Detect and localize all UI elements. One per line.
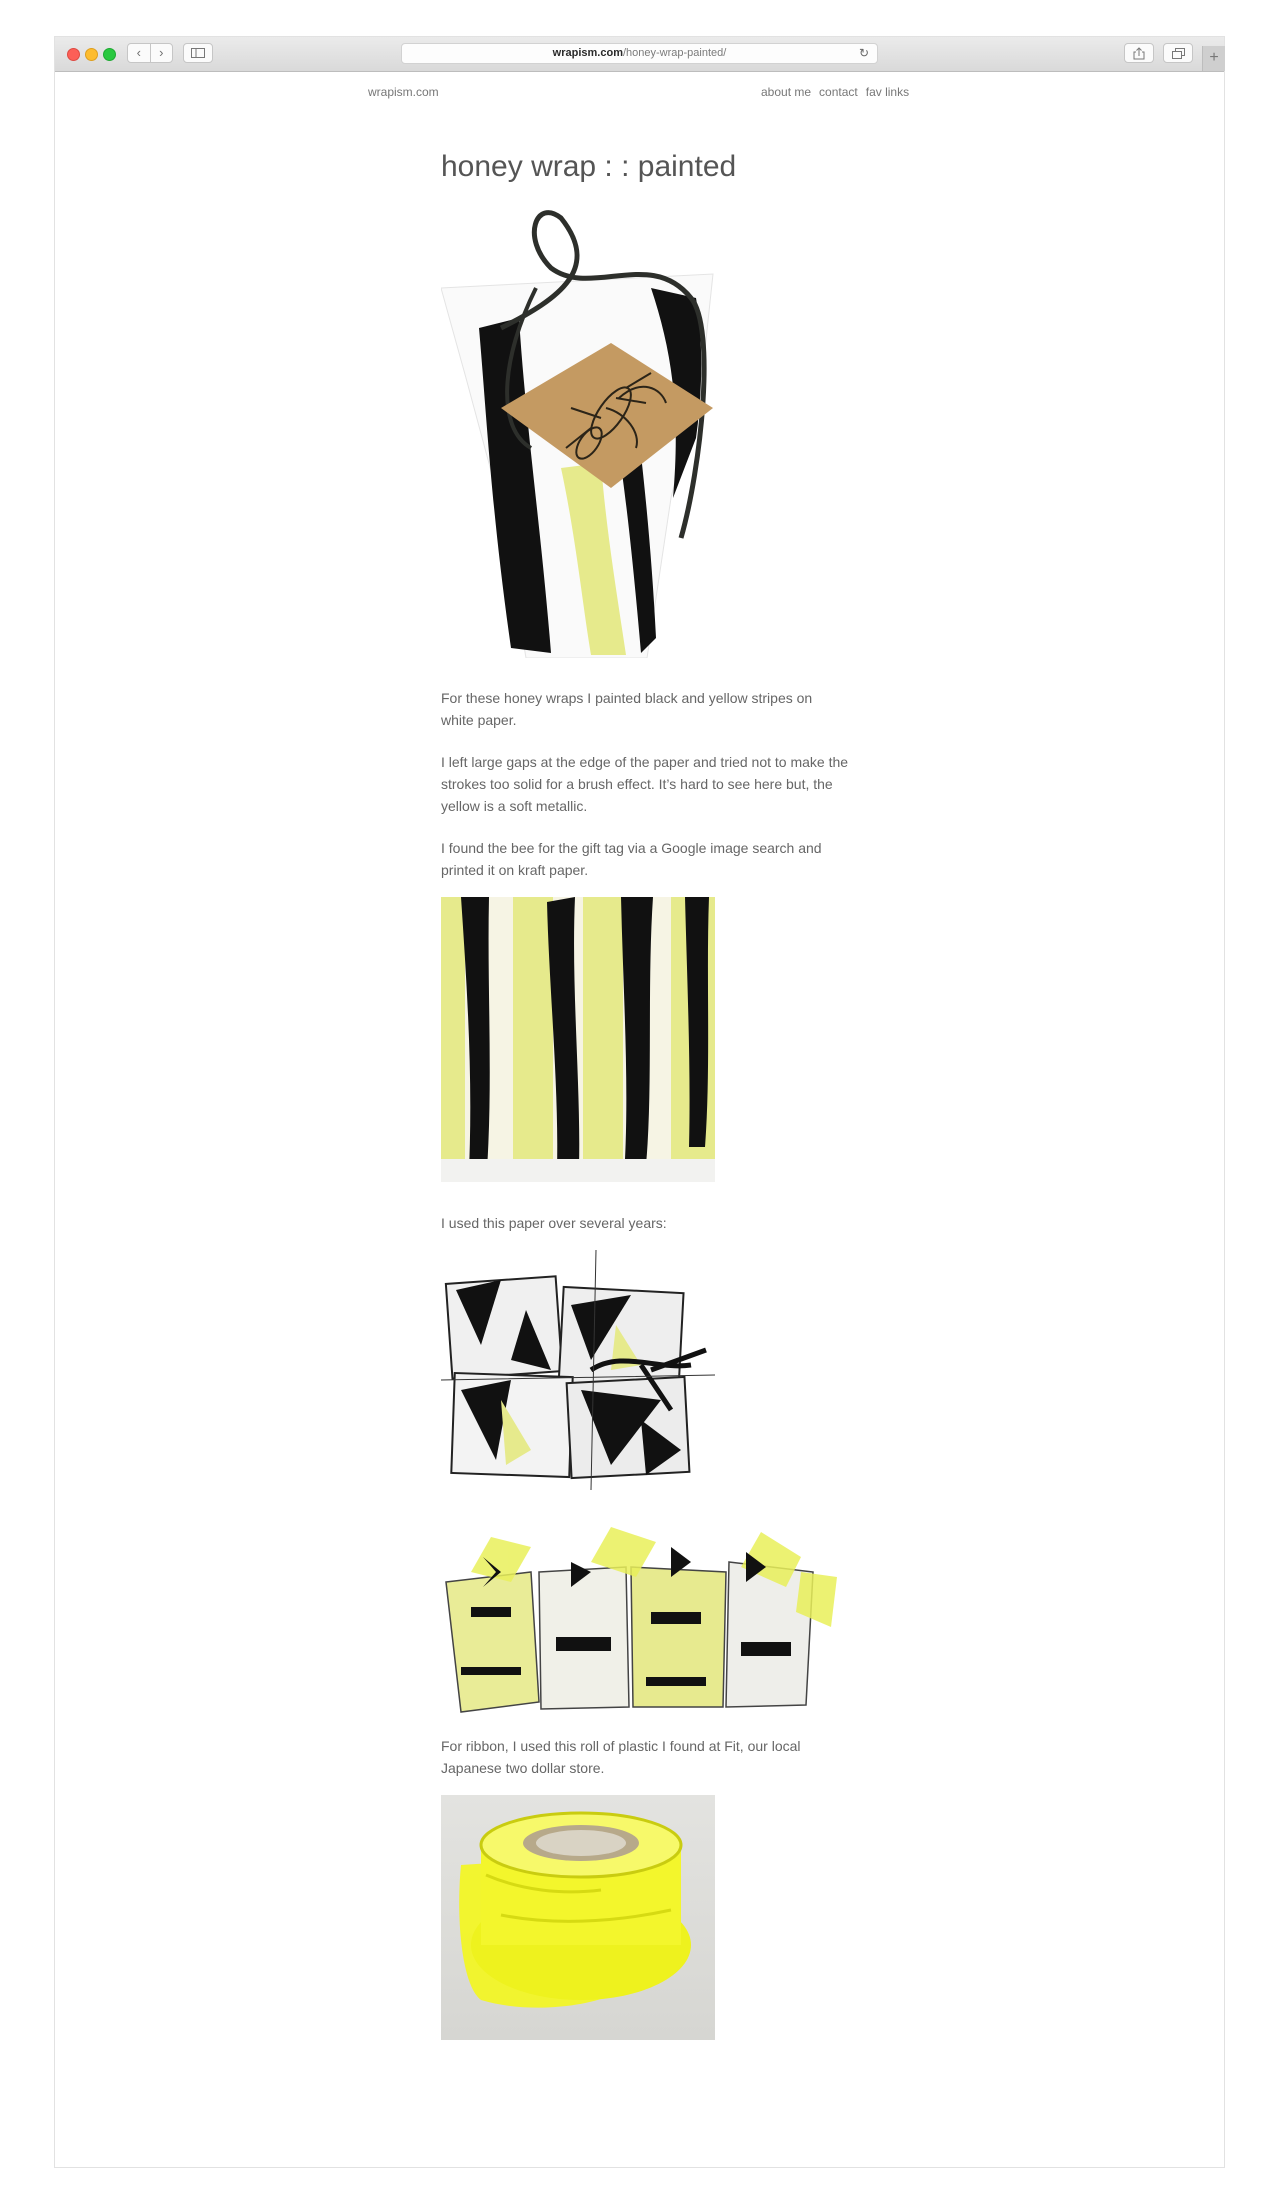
painted-stripes-photo	[441, 897, 715, 1182]
sidebar-toggle-button[interactable]	[183, 43, 213, 63]
show-tabs-button[interactable]	[1163, 43, 1193, 63]
url-path: /honey-wrap-painted/	[622, 47, 727, 59]
tabs-icon	[1171, 47, 1185, 59]
share-button[interactable]	[1124, 43, 1154, 63]
site-nav: about me contact fav links	[761, 85, 909, 99]
yellow-ribbon-roll-photo	[441, 1795, 715, 2040]
post-title: honey wrap : : painted	[441, 150, 737, 183]
new-tab-button[interactable]: +	[1202, 46, 1225, 71]
post-paragraph-5: For ribbon, I used this roll of plastic …	[441, 1738, 801, 1776]
zoom-window-button[interactable]	[103, 48, 116, 61]
reload-icon[interactable]: ↻	[859, 44, 869, 63]
wrapped-boxes-yellow-ribbon-photo	[441, 1517, 837, 1717]
wrapped-boxes-bw-photo	[441, 1250, 715, 1495]
post-paragraph-4: I used this paper over several years:	[441, 1215, 667, 1231]
history-nav: ‹ ›	[127, 43, 173, 63]
close-window-button[interactable]	[67, 48, 80, 61]
address-bar[interactable]: wrapism.com/honey-wrap-painted/ ↻	[401, 43, 878, 64]
share-icon	[1133, 46, 1145, 59]
nav-fav-links[interactable]: fav links	[866, 85, 909, 99]
browser-toolbar: ‹ › wrapism.com/honey-wrap-painted/ ↻ +	[55, 37, 1225, 72]
forward-arrow-icon[interactable]: ›	[149, 44, 173, 62]
site-brand-link[interactable]: wrapism.com	[368, 85, 439, 99]
back-arrow-icon[interactable]: ‹	[128, 44, 150, 62]
post-paragraph-3: I found the bee for the gift tag via a G…	[441, 840, 822, 878]
nav-contact[interactable]: contact	[819, 85, 858, 99]
post-paragraph-2: I left large gaps at the edge of the pap…	[441, 754, 849, 814]
post-paragraph-1: For these honey wraps I painted black an…	[441, 690, 813, 728]
nav-about-me[interactable]: about me	[761, 85, 811, 99]
minimize-window-button[interactable]	[85, 48, 98, 61]
sidebar-icon	[191, 48, 205, 58]
gift-wrap-photo	[441, 208, 731, 658]
url-domain: wrapism.com	[552, 47, 623, 59]
